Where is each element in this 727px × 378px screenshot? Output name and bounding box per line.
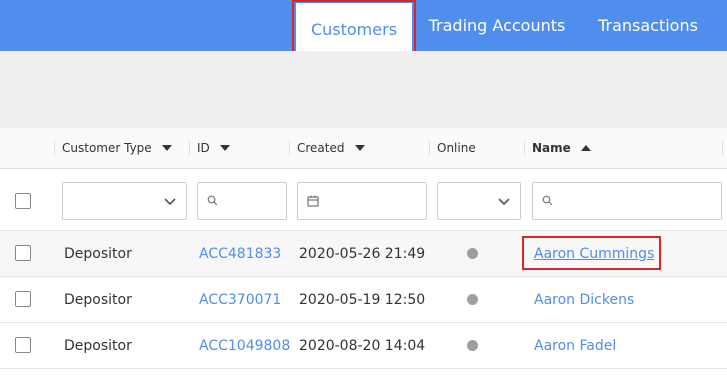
created-cell: 2020-08-20 14:04 xyxy=(299,337,426,354)
column-header-id[interactable]: ID xyxy=(197,128,230,168)
table-row[interactable]: Depositor ACC370071 2020-05-19 12:50 Aar… xyxy=(0,277,727,323)
sort-down-icon[interactable] xyxy=(161,145,172,151)
column-separator xyxy=(289,141,290,155)
column-label: Name xyxy=(532,141,571,155)
customer-name-link[interactable]: Aaron Cummings xyxy=(534,231,654,276)
customer-type-cell: Depositor xyxy=(64,291,132,308)
created-cell: 2020-05-26 21:49 xyxy=(299,245,426,262)
filter-row xyxy=(0,169,727,231)
sort-down-icon[interactable] xyxy=(219,145,230,151)
column-header-online[interactable]: Online xyxy=(437,128,476,168)
select-all-checkbox[interactable] xyxy=(15,193,31,209)
table-row[interactable]: Depositor ACC481833 2020-05-26 21:49 Aar… xyxy=(0,231,727,277)
account-id-link[interactable]: ACC1049808 xyxy=(199,323,290,368)
toolbar-area xyxy=(0,51,727,128)
search-icon xyxy=(542,195,553,206)
column-label: Online xyxy=(437,141,476,155)
chevron-down-icon xyxy=(164,198,176,206)
column-separator xyxy=(189,141,190,155)
row-checkbox[interactable] xyxy=(15,245,31,261)
column-label: ID xyxy=(197,141,210,155)
customer-type-filter-select[interactable] xyxy=(62,182,187,220)
row-checkbox[interactable] xyxy=(15,337,31,353)
table-row[interactable]: Depositor ACC1049808 2020-08-20 14:04 Aa… xyxy=(0,323,727,369)
search-icon xyxy=(207,195,218,206)
column-separator xyxy=(722,141,723,155)
created-date-filter[interactable] xyxy=(297,182,427,220)
top-nav: Customers Trading Accounts Transactions xyxy=(0,0,727,55)
column-header-name[interactable]: Name xyxy=(532,128,591,168)
online-status-indicator xyxy=(467,340,478,351)
column-separator xyxy=(429,141,430,155)
name-filter-input[interactable] xyxy=(532,182,722,220)
sort-down-icon[interactable] xyxy=(354,145,365,151)
tab-customers[interactable]: Customers xyxy=(296,3,412,55)
column-separator xyxy=(54,141,55,155)
account-id-link[interactable]: ACC370071 xyxy=(199,277,281,322)
online-status-indicator xyxy=(467,294,478,305)
chevron-down-icon xyxy=(498,198,510,206)
created-cell: 2020-05-19 12:50 xyxy=(299,291,426,308)
customer-name-link[interactable]: Aaron Fadel xyxy=(534,323,616,368)
sort-up-icon[interactable] xyxy=(580,145,591,151)
calendar-icon xyxy=(307,195,319,207)
tab-trading-accounts[interactable]: Trading Accounts xyxy=(426,0,568,51)
column-label: Created xyxy=(297,141,345,155)
online-filter-select[interactable] xyxy=(437,182,521,220)
table-header: Customer Type ID Created Online Name xyxy=(0,128,727,169)
customer-type-cell: Depositor xyxy=(64,337,132,354)
account-id-link[interactable]: ACC481833 xyxy=(199,231,281,276)
column-separator xyxy=(524,141,525,155)
column-label: Customer Type xyxy=(62,141,152,155)
column-header-customer-type[interactable]: Customer Type xyxy=(62,128,172,168)
id-filter-input[interactable] xyxy=(197,182,287,220)
customer-type-cell: Depositor xyxy=(64,245,132,262)
customer-name-link[interactable]: Aaron Dickens xyxy=(534,277,634,322)
column-header-created[interactable]: Created xyxy=(297,128,365,168)
tab-transactions[interactable]: Transactions xyxy=(590,0,706,51)
row-checkbox[interactable] xyxy=(15,291,31,307)
online-status-indicator xyxy=(467,248,478,259)
